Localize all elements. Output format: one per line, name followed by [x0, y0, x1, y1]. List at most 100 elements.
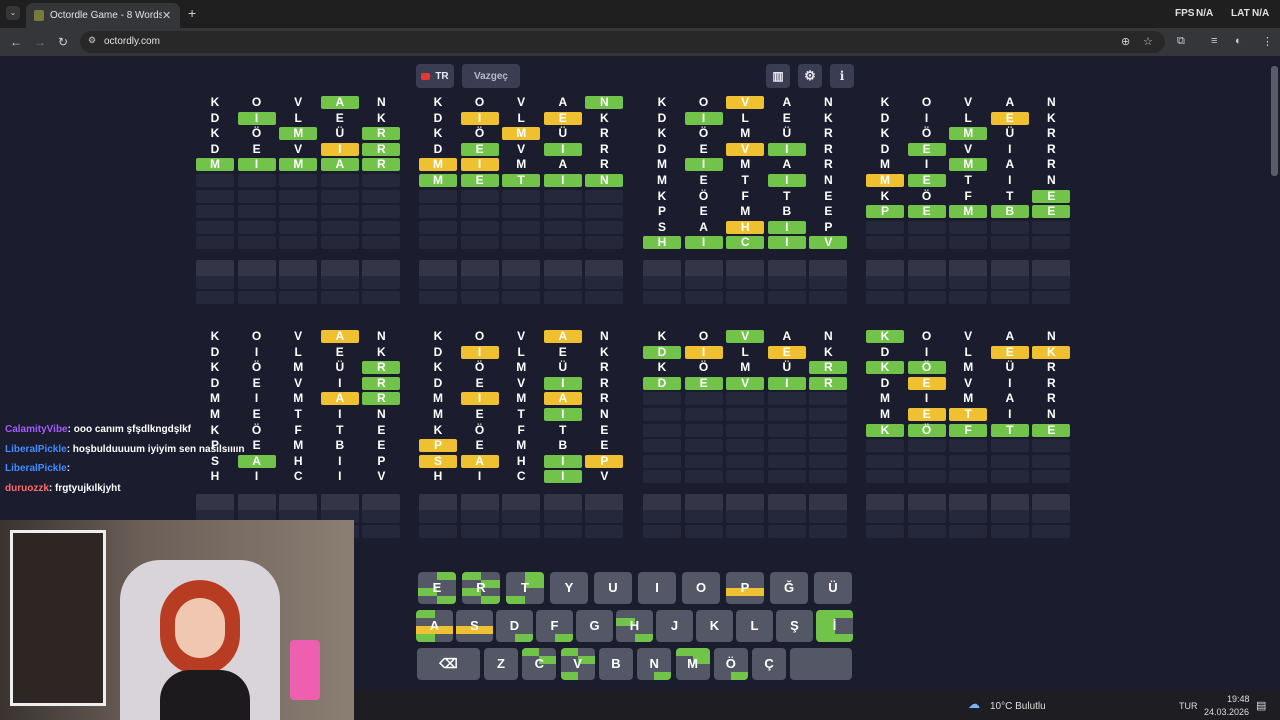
- key-l[interactable]: L: [736, 610, 773, 642]
- key-f[interactable]: F: [536, 610, 573, 642]
- site-info-icon[interactable]: ⚙: [88, 35, 96, 46]
- empty-tile: [237, 220, 276, 234]
- key-e[interactable]: E: [418, 572, 456, 604]
- close-tab-icon[interactable]: ✕: [162, 9, 171, 22]
- tile: M: [740, 126, 751, 141]
- key-m[interactable]: M: [675, 648, 710, 680]
- empty-tile: [643, 525, 681, 539]
- key-z[interactable]: Z: [484, 648, 518, 680]
- back-icon[interactable]: ←: [10, 35, 22, 49]
- key-y[interactable]: Y: [550, 572, 588, 604]
- tile: D: [643, 376, 681, 390]
- board-status-mark: [692, 648, 710, 656]
- key-b[interactable]: B: [598, 648, 633, 680]
- empty-tile: [419, 291, 457, 305]
- empty-tile: [684, 423, 723, 437]
- board-status-mark: [462, 572, 481, 580]
- reading-list-icon[interactable]: ≡: [1211, 35, 1217, 47]
- empty-tile: [196, 220, 234, 234]
- notifications-icon[interactable]: ▤: [1256, 699, 1266, 712]
- board-status-mark: [834, 634, 853, 642]
- key-v[interactable]: V: [560, 648, 595, 680]
- tile: K: [880, 95, 890, 109]
- weather-text[interactable]: 10°C Bulutlu: [990, 701, 1046, 712]
- url-field[interactable]: [80, 31, 1165, 53]
- key-c[interactable]: C: [522, 648, 557, 680]
- key-i[interactable]: I: [638, 572, 676, 604]
- tile: E: [475, 375, 484, 390]
- empty-tile: [237, 174, 276, 187]
- key-label: İ: [832, 618, 837, 633]
- forward-icon[interactable]: →: [34, 35, 46, 49]
- key-u[interactable]: U: [594, 572, 632, 604]
- clock-date[interactable]: 24.03.2026: [1204, 707, 1249, 717]
- input-language[interactable]: TUR: [1179, 701, 1198, 711]
- key-ğ[interactable]: Ğ: [770, 572, 808, 604]
- key-a[interactable]: A: [416, 610, 453, 642]
- key-d[interactable]: D: [496, 610, 533, 642]
- key-ş[interactable]: Ş: [776, 610, 813, 642]
- tile: K: [210, 126, 220, 141]
- key-ç[interactable]: Ç: [752, 648, 787, 680]
- tile: H: [293, 453, 303, 468]
- bookmark-star-icon[interactable]: ☆: [1143, 35, 1153, 48]
- tile: I: [1008, 375, 1012, 390]
- tile: Ü: [558, 360, 568, 375]
- settings-gear-icon[interactable]: ⚙: [798, 64, 822, 88]
- info-icon[interactable]: i: [830, 64, 854, 88]
- tile: H: [516, 453, 526, 468]
- tile: T: [336, 422, 344, 437]
- key-r[interactable]: R: [462, 572, 500, 604]
- tile: K: [657, 95, 667, 109]
- extensions-icon[interactable]: ⧉: [1177, 35, 1185, 48]
- key-t[interactable]: T: [506, 572, 544, 604]
- key-ü[interactable]: Ü: [814, 572, 852, 604]
- key-n[interactable]: N: [637, 648, 672, 680]
- empty-tile: [502, 291, 541, 305]
- browser-tab[interactable]: Octordle Game - 8 Words Wordle ✕: [26, 3, 180, 28]
- key-i̇[interactable]: İ: [816, 610, 853, 642]
- stats-icon[interactable]: ▥: [766, 64, 790, 88]
- chat-message: CalamityVibe: ooo canım şfşdlkngdşlkf: [5, 424, 191, 435]
- board-status-mark: [816, 634, 835, 642]
- key-s[interactable]: S: [456, 610, 493, 642]
- cancel-button[interactable]: Vazgeç: [462, 64, 520, 88]
- menu-icon[interactable]: ⋮: [1262, 35, 1273, 48]
- key-j[interactable]: J: [656, 610, 693, 642]
- profile-avatar-icon[interactable]: ◐: [1235, 35, 1242, 47]
- key-ö[interactable]: Ö: [713, 648, 748, 680]
- clock-time[interactable]: 19:48: [1227, 694, 1250, 704]
- tile: M: [210, 391, 220, 406]
- zoom-icon[interactable]: ⊕: [1121, 35, 1130, 48]
- tile: T: [783, 188, 791, 203]
- key-p[interactable]: P: [726, 572, 764, 604]
- tile: I: [924, 391, 929, 406]
- tile: D: [210, 141, 220, 156]
- tab-search-icon[interactable]: ⌄: [6, 6, 20, 20]
- key-g[interactable]: G: [576, 610, 613, 642]
- tile: I: [543, 470, 582, 484]
- key-h[interactable]: H: [616, 610, 653, 642]
- enter-key[interactable]: [790, 648, 852, 680]
- tile: E: [335, 344, 344, 359]
- new-tab-icon[interactable]: +: [188, 5, 196, 21]
- empty-tile: [684, 291, 723, 305]
- key-o[interactable]: O: [682, 572, 720, 604]
- tile: R: [1047, 360, 1056, 375]
- language-button[interactable]: TR: [416, 64, 454, 88]
- empty-tile: [907, 220, 946, 234]
- empty-tile: [279, 275, 318, 289]
- empty-tile: [767, 454, 806, 468]
- empty-tile: [990, 291, 1029, 305]
- page-scrollbar[interactable]: [1271, 66, 1278, 176]
- key-label: V: [573, 656, 582, 671]
- empty-tile: [460, 220, 499, 234]
- tile: E: [252, 141, 261, 156]
- key-k[interactable]: K: [696, 610, 733, 642]
- tile: K: [866, 423, 904, 437]
- tile: Ö: [698, 126, 709, 141]
- reload-icon[interactable]: ↻: [58, 35, 68, 49]
- tile: N: [824, 173, 833, 187]
- backspace-key[interactable]: ⌫: [417, 648, 480, 680]
- tile: K: [433, 360, 443, 375]
